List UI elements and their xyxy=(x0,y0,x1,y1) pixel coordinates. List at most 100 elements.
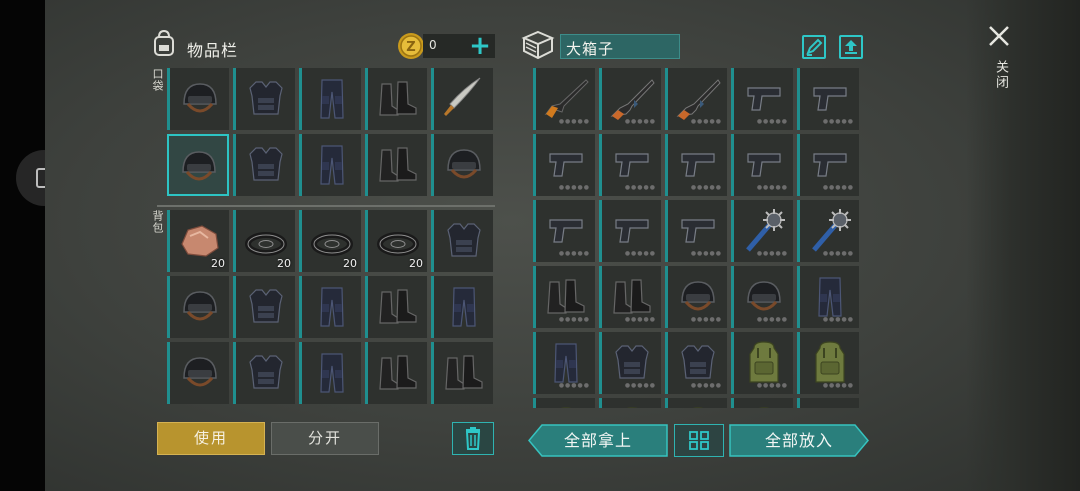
trash-button[interactable] xyxy=(452,422,494,455)
put-all-label: 全部放入 xyxy=(764,431,833,450)
inventory-slot[interactable] xyxy=(365,276,427,338)
inventory-slot[interactable]: ●●●●● xyxy=(599,68,661,130)
backpack-icon xyxy=(758,407,770,408)
inventory-slot[interactable]: ●●●●● xyxy=(599,332,661,394)
inventory-slot[interactable]: ●●●●● xyxy=(665,332,727,394)
inventory-slot[interactable] xyxy=(365,134,427,196)
inventory-slot[interactable]: ●●●●● xyxy=(731,134,793,196)
pencil-icon xyxy=(806,38,823,56)
inventory-slot[interactable] xyxy=(167,68,229,130)
durability-dots: ●●●●● xyxy=(756,118,788,125)
inventory-slot[interactable]: ●●●●● xyxy=(665,68,727,130)
assault-rifle-icon xyxy=(676,79,721,120)
inventory-slot[interactable]: ●●●●● xyxy=(665,398,727,408)
inventory-slot[interactable]: ●●●●● xyxy=(797,134,859,196)
inventory-slot[interactable] xyxy=(167,276,229,338)
close-icon[interactable] xyxy=(987,24,1011,48)
shotgun-icon xyxy=(544,79,589,118)
inventory-slot[interactable] xyxy=(431,342,493,404)
pocket-section-label: 口袋 xyxy=(151,68,164,92)
inventory-slot[interactable] xyxy=(299,276,361,338)
inventory-slot[interactable] xyxy=(431,134,493,196)
inventory-slot[interactable]: ●●●●● xyxy=(533,398,595,408)
backpack-icon xyxy=(749,341,779,383)
inventory-slot[interactable] xyxy=(233,68,295,130)
svg-text:Z: Z xyxy=(406,40,415,55)
inventory-slot[interactable] xyxy=(431,276,493,338)
inventory-slot[interactable]: 20 xyxy=(233,210,295,272)
inventory-slot[interactable]: ●●●●● xyxy=(599,266,661,328)
durability-dots: ●●●●● xyxy=(558,250,590,257)
inventory-slot[interactable]: ●●●●● xyxy=(599,134,661,196)
inventory-slot[interactable]: 20 xyxy=(167,210,229,272)
inventory-slot[interactable] xyxy=(431,68,493,130)
inventory-slot[interactable]: ●●●●● xyxy=(731,68,793,130)
boots-icon xyxy=(547,279,585,314)
inventory-slot[interactable]: 20 xyxy=(365,210,427,272)
inventory-slot[interactable] xyxy=(233,342,295,404)
durability-dots: ●●●●● xyxy=(822,118,854,125)
durability-dots: ●●●●● xyxy=(624,316,656,323)
inventory-slot[interactable]: ●●●●● xyxy=(533,200,595,262)
container-grid-viewport[interactable]: ●●●●● ●●●●● ●●●●● ●●●●● ●●●●● ●●●●● ●●●●● ●●●●●… xyxy=(533,68,865,408)
item-quantity: 20 xyxy=(211,257,225,270)
inventory-slot[interactable]: ●●●●● xyxy=(533,266,595,328)
take-all-label: 全部拿上 xyxy=(563,431,632,450)
inventory-slot[interactable] xyxy=(233,134,295,196)
inventory-slot[interactable]: ●●●●● xyxy=(533,134,595,196)
sort-button[interactable] xyxy=(674,424,724,457)
inventory-slot[interactable] xyxy=(167,134,229,196)
helmet-icon xyxy=(183,291,217,321)
durability-dots: ●●●●● xyxy=(690,184,722,191)
spiked-mace-icon xyxy=(746,209,785,252)
pistol-icon xyxy=(813,87,847,111)
inventory-slot[interactable]: ●●●●● xyxy=(731,200,793,262)
rename-button[interactable] xyxy=(802,35,826,59)
inventory-slot[interactable] xyxy=(299,68,361,130)
durability-dots: ●●●●● xyxy=(690,118,722,125)
helmet-icon xyxy=(182,151,216,181)
use-button[interactable]: 使用 xyxy=(157,422,265,455)
durability-dots: ●●●●● xyxy=(624,250,656,257)
inventory-slot[interactable] xyxy=(167,342,229,404)
take-all-button[interactable]: 全部拿上 xyxy=(528,424,668,457)
system-nav-strip xyxy=(0,0,72,491)
inventory-slot[interactable]: ●●●●● xyxy=(665,134,727,196)
durability-dots: ●●●●● xyxy=(624,382,656,389)
inventory-slot[interactable] xyxy=(299,342,361,404)
inventory-slot[interactable] xyxy=(365,342,427,404)
close-label[interactable]: 关闭 xyxy=(991,60,1010,90)
inventory-slot[interactable]: ●●●●● xyxy=(731,266,793,328)
inventory-slot[interactable] xyxy=(365,68,427,130)
inventory-slot[interactable]: ●●●●● xyxy=(665,200,727,262)
boots-icon xyxy=(379,355,417,390)
trash-icon xyxy=(465,427,481,450)
inventory-slot[interactable]: ●●●●● xyxy=(797,332,859,394)
inventory-slot[interactable]: ●●●●● xyxy=(731,398,793,408)
item-quantity: 20 xyxy=(343,257,357,270)
inventory-slot[interactable]: ●●●●● xyxy=(797,266,859,328)
durability-dots: ●●●●● xyxy=(756,250,788,257)
split-button[interactable]: 分开 xyxy=(271,422,379,455)
inventory-slot[interactable] xyxy=(233,276,295,338)
inventory-slot[interactable]: ●●●●● xyxy=(797,200,859,262)
inventory-slot[interactable]: ●●●●● xyxy=(599,398,661,408)
inventory-slot[interactable]: 20 xyxy=(299,210,361,272)
put-all-button[interactable]: 全部放入 xyxy=(729,424,869,457)
durability-dots: ●●●●● xyxy=(756,184,788,191)
machete-icon xyxy=(444,77,481,116)
inventory-slot[interactable] xyxy=(797,398,859,408)
inventory-slot[interactable] xyxy=(431,210,493,272)
inventory-slot[interactable]: ●●●●● xyxy=(533,332,595,394)
upload-button[interactable] xyxy=(839,35,863,59)
inventory-slot[interactable] xyxy=(299,134,361,196)
inventory-slot[interactable]: ●●●●● xyxy=(665,266,727,328)
inventory-slot[interactable]: ●●●●● xyxy=(533,68,595,130)
tactical-pants-icon xyxy=(554,343,578,383)
inventory-slot[interactable]: ●●●●● xyxy=(599,200,661,262)
durability-dots: ●●●●● xyxy=(624,118,656,125)
add-coins-button[interactable]: + xyxy=(465,33,495,59)
armor-vest-icon xyxy=(615,345,649,379)
inventory-slot[interactable]: ●●●●● xyxy=(797,68,859,130)
inventory-slot[interactable]: ●●●●● xyxy=(731,332,793,394)
